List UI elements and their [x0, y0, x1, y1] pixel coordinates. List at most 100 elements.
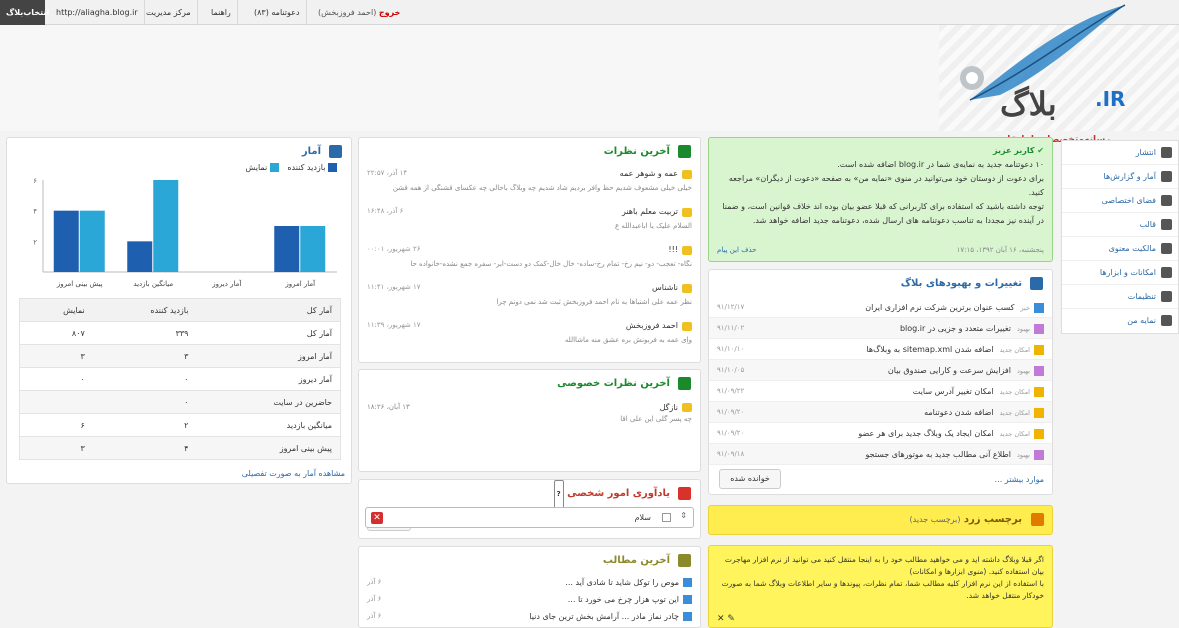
stats-title: آمار [301, 146, 321, 157]
comment-bubble-icon [682, 403, 692, 412]
change-tag-icon [1034, 344, 1044, 355]
private-comment[interactable]: نازگل ۱۳ آبان، ۱۸:۲۶ چه پسر گلی این علی … [359, 397, 700, 423]
logo-ir: .IR [1095, 87, 1126, 111]
change-text: امکان ایجاد یک وبلاگ جدید برای هر عضو [858, 429, 994, 438]
comment-author: ناشناس [652, 283, 678, 292]
private-comments-panel: آخرین نظرات خصوصی نازگل ۱۳ آبان، ۱۸:۲۶ چ… [358, 369, 701, 472]
change-date: ۹۱/۱۰/۰۵ [717, 366, 745, 374]
stats-col-header: آمار کل [196, 298, 341, 322]
comments-panel: آخرین نظرات عمه و شوهر عمه ۱۴ آذر، ۲۲:۵۷ خ… [358, 137, 701, 363]
posts-header: آخرین مطالب [359, 547, 700, 574]
sidebar-item-stats[interactable]: آمار و گزارش‌ها [1062, 165, 1178, 189]
comment-row[interactable]: تربیت معلم باهنر ۶ آذر، ۱۶:۴۸ السلام علیک … [359, 203, 700, 241]
select-blog-button[interactable]: انتخاب‌بلاگ [0, 0, 49, 25]
copyright-icon [1161, 243, 1172, 254]
stats-detail-link[interactable]: مشاهده آمار به صورت تفصیلی [242, 469, 345, 478]
sort-handle-icon[interactable]: ⇕ [680, 511, 687, 520]
changes-more-link[interactable]: موارد بیشتر ... [995, 475, 1044, 484]
posts-icon [678, 554, 691, 567]
comment-author: عمه و شوهر عمه [619, 169, 678, 178]
change-tag-icon [1034, 449, 1044, 460]
chart-bar [153, 180, 179, 272]
comment-row[interactable]: ناشناس ۱۷ شهریور، ۱۱:۴۱ نظر عمه علی اشتباه… [359, 279, 700, 317]
notice-title-text: کاربر عزیز [993, 146, 1035, 155]
sidebar-item-tools[interactable]: امکانات و ابزارها [1062, 261, 1178, 285]
change-row[interactable]: بهبود افزایش سرعت و کارایی صندوق بیان ۹۱/۱… [709, 360, 1052, 381]
stats-chart: ۶ ۴ ۲ پیش بینی امروز میانگین بازدید آمار دیرو… [33, 177, 337, 288]
sidebar-item-settings[interactable]: تنظیمات [1062, 285, 1178, 309]
delete-todo-icon[interactable]: ✕ [371, 512, 383, 524]
stats-cell: ۲ [92, 413, 197, 437]
post-icon [683, 578, 692, 587]
sidebar-item-label: فضای اختصاصی [1101, 196, 1156, 205]
change-row[interactable]: بهبود تغییرات متعدد و جزیی در blog.ir ۹۱/۱… [709, 318, 1052, 339]
stats-col-header: نمایش [19, 298, 93, 322]
change-row[interactable]: امکان جدید امکان تغییر آدرس سایت ۹۱/۰۹/۲۲ [709, 381, 1052, 402]
post-row[interactable]: موص را توکل شاید تا شادی آید ... ۶ آذر [359, 574, 700, 591]
comment-text: واِی عمه به فربونش بره عشق منه ماشاالله [564, 336, 692, 344]
change-row[interactable]: امکان جدید امکان ایجاد یک وبلاگ جدید برای… [709, 423, 1052, 444]
sidebar-item-copyright[interactable]: مالکیت معنوی [1062, 237, 1178, 261]
stats-cell: ۸۰۷ [19, 321, 93, 345]
change-date: ۹۱/۱۲/۱۷ [717, 303, 745, 311]
post-row[interactable]: چادر نماز مادر ... آرامش بخش ترین جای دن… [359, 608, 700, 625]
yellow-label-body: اگر قبلا وبلاگ داشته اید و می خواهید مطا… [708, 545, 1053, 628]
invitations-link[interactable]: دعوتنامه (۸۳) [248, 0, 307, 25]
posts-panel: آخرین مطالب موص را توکل شاید تا شادی آید… [358, 546, 701, 628]
comment-text: نگاه- تعجب- دو- نیم رخ- تمام رخ-ساده- خا… [410, 260, 692, 268]
mark-read-button[interactable]: خوانده شده [719, 469, 781, 489]
change-text: اضافه شدن دعوتنامه [924, 408, 994, 417]
change-text: افزایش سرعت و کارایی صندوق بیان [887, 366, 1011, 375]
comment-author: !!! [668, 245, 678, 254]
notice-delete-link[interactable]: حذف این پیام [717, 246, 756, 254]
stats-cell: آمار امروز [196, 344, 341, 368]
todo-checkbox[interactable] [662, 513, 671, 522]
todo-item-text: سلام [634, 513, 651, 522]
exit-label: خروج [378, 8, 401, 17]
help-link[interactable]: راهنما [205, 0, 238, 25]
exit-link[interactable]: (احمد فروزبخش) خروج [312, 0, 406, 25]
change-row[interactable]: بهبود اطلاع آنی مطالب جدید به موتورهای جس… [709, 444, 1052, 465]
legend-visitors-swatch [328, 163, 337, 172]
sidebar: انتشار آمار و گزارش‌ها فضای اختصاصی قالب… [1061, 140, 1179, 334]
post-row[interactable]: این توپ هزار چرخ می خورد تا ... ۶ آذر [359, 591, 700, 608]
stats-cell: ۳ [19, 344, 93, 368]
sidebar-item-publish[interactable]: انتشار [1062, 141, 1178, 165]
template-icon [1161, 219, 1172, 230]
comments-list: عمه و شوهر عمه ۱۴ آذر، ۲۲:۵۷ خیلی خیلی مشع… [359, 165, 700, 355]
blog-url-link[interactable]: http://aliagha.blog.ir [50, 0, 145, 25]
change-row[interactable]: امکان جدید اضافه شدن دعوتنامه ۹۱/۰۹/۲۰ [709, 402, 1052, 423]
changes-icon [1030, 277, 1043, 290]
comment-author: تربیت معلم باهنر [621, 207, 678, 216]
notice-date: پنجشنبه، ۱۶ آبان ۱۳۹۲، ۱۷:۱۵ [956, 246, 1044, 254]
comment-row[interactable]: عمه و شوهر عمه ۱۴ آذر، ۲۲:۵۷ خیلی خیلی مشع… [359, 165, 700, 203]
comment-date: ۱۴ آذر، ۲۲:۵۷ [367, 169, 408, 177]
comment-bubble-icon [682, 246, 692, 255]
sidebar-item-space[interactable]: فضای اختصاصی [1062, 189, 1178, 213]
change-row[interactable]: خبر کسب عنوان برترین شرکت نرم افزاری ایرا… [709, 297, 1052, 318]
sidebar-item-profile[interactable]: نمایه من [1062, 309, 1178, 333]
stats-chart-icon [329, 145, 342, 158]
comments-header: آخرین نظرات [359, 138, 700, 165]
yellow-label-body2: با استفاده از این نرم افزار کلیه مطالب ش… [721, 579, 1044, 600]
private-comment-text: چه پسر گلی این علی اقا [620, 415, 692, 423]
edit-icon[interactable]: ✕ ✎ [717, 614, 735, 624]
comment-row[interactable]: احمد فروزبخش ۱۷ شهریور، ۱۱:۳۹ واِی عمه به … [359, 317, 700, 355]
changes-panel: تغییرات و بهبودهای بلاگ خبر کسب عنوان برت… [708, 269, 1053, 495]
change-tag: امکان جدید [999, 430, 1030, 438]
comment-bubble-icon [682, 170, 692, 179]
comment-row[interactable]: !!! ۲۶ شهریور، ۰۰:۰۱ نگاه- تعجب- دو- نیم ر… [359, 241, 700, 279]
stats-cell: ۳ [92, 344, 197, 368]
comment-text: خیلی خیلی مشعوف شدیم حظ وافر بردیم شاد ش… [392, 184, 692, 192]
todo-icon [678, 487, 691, 500]
sidebar-item-template[interactable]: قالب [1062, 213, 1178, 237]
help-icon[interactable]: ? [553, 480, 564, 509]
post-date: ۶ آذر [367, 612, 382, 620]
legend-views-swatch [269, 163, 279, 172]
admin-center-link[interactable]: مرکز مدیریت [140, 0, 198, 25]
stats-cell: ۶ [19, 413, 93, 437]
changes-list: خبر کسب عنوان برترین شرکت نرم افزاری ایرا… [709, 297, 1052, 465]
posts-title: آخرین مطالب [602, 555, 670, 566]
change-row[interactable]: امکان جدید اضافه شدن sitemap.xml به وبلاگ… [709, 339, 1052, 360]
private-comment-name: نازگل [659, 403, 678, 412]
